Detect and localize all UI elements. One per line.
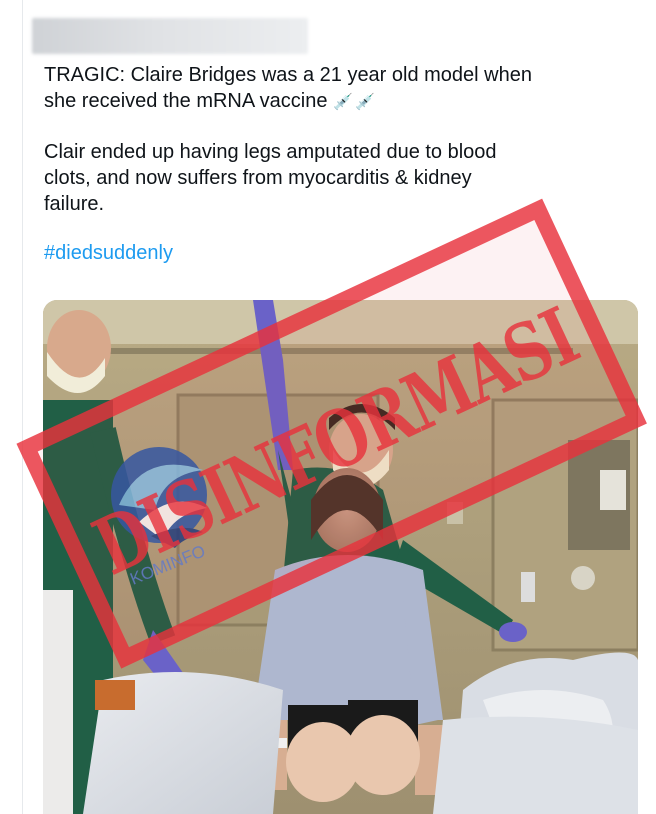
hashtag-link[interactable]: #diedsuddenly <box>44 242 173 264</box>
tweet-line: TRAGIC: Claire Bridges was a 21 year old… <box>44 64 532 86</box>
tweet-line: Clair ended up having legs amputated due… <box>44 141 497 163</box>
blurred-author-header <box>32 18 308 54</box>
tweet-line: clots, and now suffers from myocarditis … <box>44 167 472 189</box>
tweet-paragraph-2: Clair ended up having legs amputated due… <box>44 139 624 217</box>
tweet-line: she received the mRNA vaccine <box>44 90 328 112</box>
tweet-line: failure. <box>44 193 105 215</box>
hospital-room-photo: KOMINFO <box>43 300 638 814</box>
tweet-screenshot: TRAGIC: Claire Bridges was a 21 year old… <box>0 0 656 814</box>
tweet-photo[interactable]: KOMINFO <box>43 300 638 814</box>
syringe-emoji-icon: 💉💉 <box>333 94 377 111</box>
tweet-paragraph-1: TRAGIC: Claire Bridges was a 21 year old… <box>44 62 624 116</box>
tweet-body: TRAGIC: Claire Bridges was a 21 year old… <box>44 62 624 289</box>
timeline-border <box>22 0 23 814</box>
